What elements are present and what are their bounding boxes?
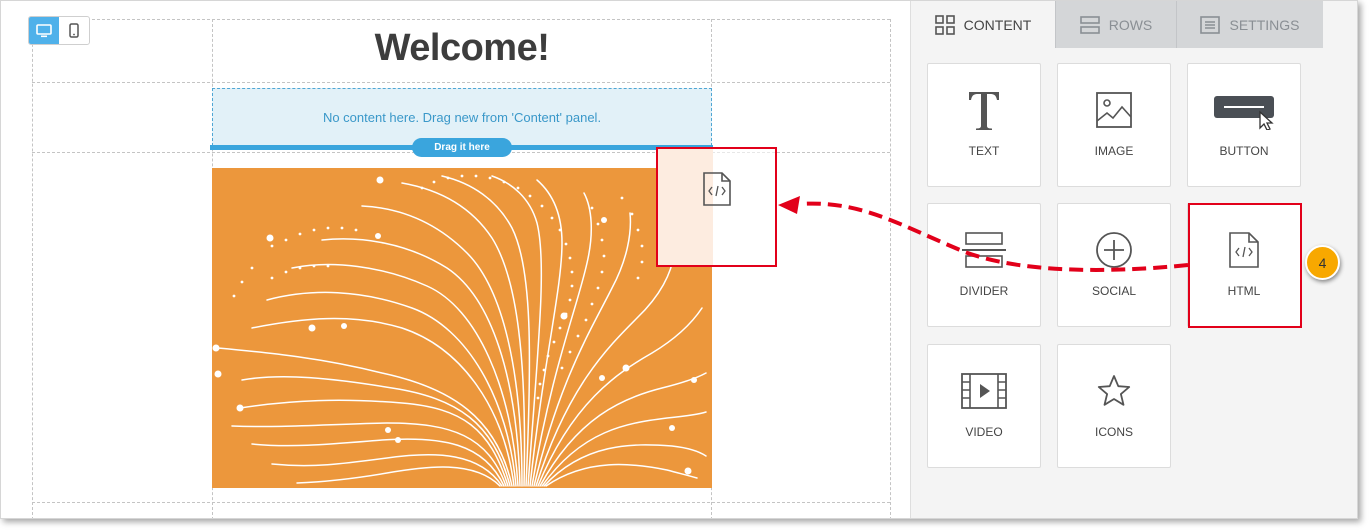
brain-tree-illustration xyxy=(212,174,707,487)
block-label: BUTTON xyxy=(1219,144,1269,158)
block-label: TEXT xyxy=(968,144,1000,158)
block-social[interactable]: SOCIAL xyxy=(1057,203,1171,327)
text-icon xyxy=(969,92,999,130)
guide-line xyxy=(32,19,890,20)
block-image[interactable]: IMAGE xyxy=(1057,63,1171,187)
desktop-icon xyxy=(36,23,52,37)
guide-line xyxy=(890,19,891,518)
tab-rows[interactable]: ROWS xyxy=(1055,1,1176,48)
sidebar-tabs: CONTENT ROWS SETTINGS xyxy=(911,1,1323,48)
social-icon xyxy=(1096,232,1132,268)
step-number-badge: 4 xyxy=(1305,245,1340,280)
star-icon xyxy=(1097,375,1131,406)
block-button[interactable]: BUTTON xyxy=(1187,63,1301,187)
drag-it-here-pill: Drag it here xyxy=(412,138,512,157)
tab-content-label: CONTENT xyxy=(963,16,1032,33)
block-label: IMAGE xyxy=(1094,144,1134,158)
block-label: VIDEO xyxy=(965,425,1003,439)
rows-icon xyxy=(1079,15,1100,34)
block-divider[interactable]: DIVIDER xyxy=(927,203,1041,327)
tab-rows-label: ROWS xyxy=(1108,16,1153,33)
html-icon xyxy=(703,172,731,206)
tab-settings-label: SETTINGS xyxy=(1229,16,1300,33)
video-icon xyxy=(961,373,1007,409)
device-toggle xyxy=(28,16,90,45)
block-text[interactable]: TEXT xyxy=(927,63,1041,187)
divider-icon xyxy=(962,232,1006,268)
button-icon xyxy=(1214,96,1274,130)
mobile-view-button[interactable] xyxy=(59,17,89,44)
block-label: ICONS xyxy=(1094,425,1133,439)
settings-list-icon xyxy=(1200,15,1221,34)
block-label: SOCIAL xyxy=(1091,284,1136,298)
editor-canvas: Welcome! No content here. Drag new from … xyxy=(1,1,910,518)
dropzone-text: No content here. Drag new from 'Content'… xyxy=(322,109,602,125)
mobile-icon xyxy=(69,23,79,38)
block-icons[interactable]: ICONS xyxy=(1057,344,1171,468)
block-video[interactable]: VIDEO xyxy=(927,344,1041,468)
hero-image[interactable] xyxy=(212,168,712,488)
dragged-html-block-ghost xyxy=(656,147,777,267)
tab-content[interactable]: CONTENT xyxy=(911,1,1055,48)
guide-line xyxy=(32,19,33,518)
desktop-view-button[interactable] xyxy=(29,17,59,44)
html-block-highlight xyxy=(1188,203,1302,328)
guide-line xyxy=(32,502,890,503)
image-icon xyxy=(1096,92,1132,128)
block-label: DIVIDER xyxy=(959,284,1009,298)
tab-settings[interactable]: SETTINGS xyxy=(1176,1,1323,48)
guide-line xyxy=(32,82,890,83)
email-editor-window: Welcome! No content here. Drag new from … xyxy=(0,0,1358,519)
ghost-shade xyxy=(658,149,713,265)
grid-icon xyxy=(934,14,955,35)
welcome-heading[interactable]: Welcome! xyxy=(213,27,711,70)
